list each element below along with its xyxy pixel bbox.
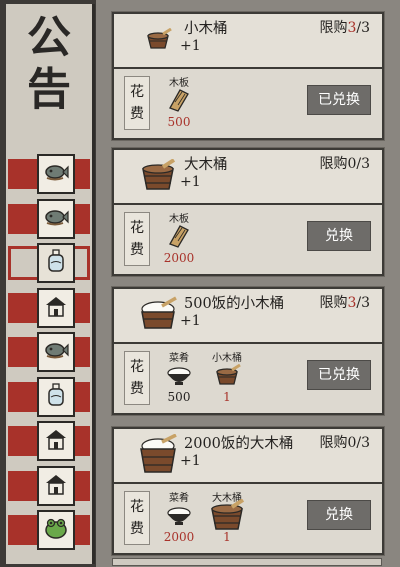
cost-item: 菜肴 500 — [152, 349, 206, 404]
notice-title: 公 告 — [27, 12, 71, 115]
window-frame: 公 告 小木桶 +1 限购3/3 花 费木板 500 已兑换 大木桶 +1 限购0/3 花 费木板… — [0, 0, 400, 567]
tab-icon-frame — [37, 154, 75, 194]
cost-item: 大木桶 1 — [200, 489, 254, 544]
cost-amount: 2000 — [163, 530, 195, 544]
limit-label: 限购 — [319, 20, 348, 36]
cost-item: 木板 2000 — [152, 210, 206, 265]
tab-icon-frame — [37, 243, 75, 283]
limit-max: /3 — [356, 156, 370, 172]
limit-max: /3 — [356, 20, 370, 36]
cost-label: 花 费 — [124, 351, 150, 405]
tab-icon-frame — [37, 198, 75, 239]
cost-item-name: 木板 — [169, 214, 189, 225]
cost-item: 木板 500 — [152, 74, 206, 129]
sidebar-tab-5[interactable] — [6, 330, 92, 373]
tab-icon-frame — [37, 332, 75, 372]
cost-amount: 2000 — [163, 251, 195, 265]
cost-amount: 500 — [167, 115, 191, 129]
cost-amount: 1 — [223, 390, 231, 404]
bottle-icon — [44, 248, 68, 278]
purchase-limit: 限购3/3 — [319, 17, 370, 37]
category-tabs — [6, 152, 92, 553]
shop-item-list[interactable]: 小木桶 +1 限购3/3 花 费木板 500 已兑换 大木桶 +1 限购0/3 花 费木板 2000… — [96, 0, 400, 567]
exchange-button[interactable]: 已兑换 — [307, 360, 371, 390]
sidebar-tab-2[interactable] — [6, 197, 92, 240]
cost-item-name: 木板 — [169, 78, 189, 89]
exchange-button[interactable]: 已兑换 — [307, 85, 371, 115]
plank-icon — [152, 87, 206, 113]
limit-label: 限购 — [319, 156, 348, 172]
fish-icon — [43, 161, 69, 187]
fish-icon — [43, 339, 69, 365]
big-bucket-icon — [200, 499, 254, 530]
house-icon — [43, 472, 69, 500]
item-name: 2000饭的大木桶 — [184, 436, 294, 452]
shop-item-card: 小木桶 +1 限购3/3 花 费 木板 500 已兑换 — [112, 12, 384, 140]
sidebar-tab-1[interactable] — [6, 152, 92, 195]
plank-icon — [152, 223, 206, 249]
rice-bowl-icon — [152, 362, 206, 388]
sidebar-tab-9[interactable] — [6, 508, 92, 551]
cost-label: 花 费 — [124, 491, 150, 545]
cost-item-name: 小木桶 — [212, 353, 242, 364]
notice-sidebar: 公 告 — [6, 4, 95, 564]
rice-big-bucket-icon — [132, 433, 184, 475]
tab-icon-frame — [37, 465, 75, 506]
limit-max: /3 — [356, 295, 370, 311]
house-icon — [43, 294, 69, 322]
fish-icon — [43, 206, 69, 232]
sidebar-tab-8[interactable] — [6, 464, 92, 507]
shop-item-card: 2000饭的大木桶 +1 限购0/3 花 费 菜肴 2000 大木桶 1 兑换 — [112, 427, 384, 555]
small-bucket-icon — [132, 18, 184, 60]
cost-item-name: 菜肴 — [169, 353, 189, 364]
item-header: 500饭的小木桶 +1 限购3/3 — [114, 289, 382, 344]
tab-icon-frame — [37, 287, 75, 328]
next-card-edge — [112, 558, 382, 566]
limit-label: 限购 — [319, 295, 348, 311]
item-header: 大木桶 +1 限购0/3 — [114, 150, 382, 205]
rice-small-bucket-icon — [132, 293, 184, 335]
item-name: 500饭的小木桶 — [184, 296, 285, 312]
cost-item-name: 菜肴 — [169, 493, 189, 504]
item-quantity: +1 — [180, 174, 201, 190]
item-header: 2000饭的大木桶 +1 限购0/3 — [114, 429, 382, 484]
tab-icon-frame — [37, 510, 75, 550]
small-bucket-icon — [200, 362, 254, 388]
purchase-limit: 限购0/3 — [319, 432, 370, 452]
house-icon — [43, 427, 69, 455]
cost-label: 花 费 — [124, 76, 150, 130]
sidebar-tab-3[interactable] — [6, 241, 92, 284]
item-name: 大木桶 — [184, 157, 228, 173]
rice-bowl-icon — [152, 502, 206, 528]
cost-item: 菜肴 2000 — [152, 489, 206, 544]
limit-label: 限购 — [319, 435, 348, 451]
item-quantity: +1 — [180, 453, 201, 469]
item-header: 小木桶 +1 限购3/3 — [114, 14, 382, 69]
sidebar-tab-6[interactable] — [6, 375, 92, 418]
cost-amount: 500 — [167, 390, 191, 404]
cost-amount: 1 — [223, 530, 231, 544]
purchase-limit: 限购0/3 — [319, 153, 370, 173]
item-quantity: +1 — [180, 313, 201, 329]
exchange-button[interactable]: 兑换 — [307, 500, 371, 530]
frog-icon — [43, 516, 69, 544]
sidebar-tab-7[interactable] — [6, 419, 92, 462]
item-quantity: +1 — [180, 38, 201, 54]
purchase-limit: 限购3/3 — [319, 292, 370, 312]
shop-item-card: 大木桶 +1 限购0/3 花 费 木板 2000 兑换 — [112, 148, 384, 276]
bottle-icon — [44, 382, 68, 412]
tab-icon-frame — [37, 421, 75, 461]
exchange-button[interactable]: 兑换 — [307, 221, 371, 251]
cost-label: 花 费 — [124, 212, 150, 266]
sidebar-tab-4[interactable] — [6, 286, 92, 329]
item-name: 小木桶 — [184, 21, 228, 37]
tab-icon-frame — [37, 376, 75, 417]
cost-item: 小木桶 1 — [200, 349, 254, 404]
big-bucket-icon — [132, 154, 184, 196]
shop-item-card: 500饭的小木桶 +1 限购3/3 花 费 菜肴 500 小木桶 1 已兑换 — [112, 287, 384, 415]
limit-max: /3 — [356, 435, 370, 451]
